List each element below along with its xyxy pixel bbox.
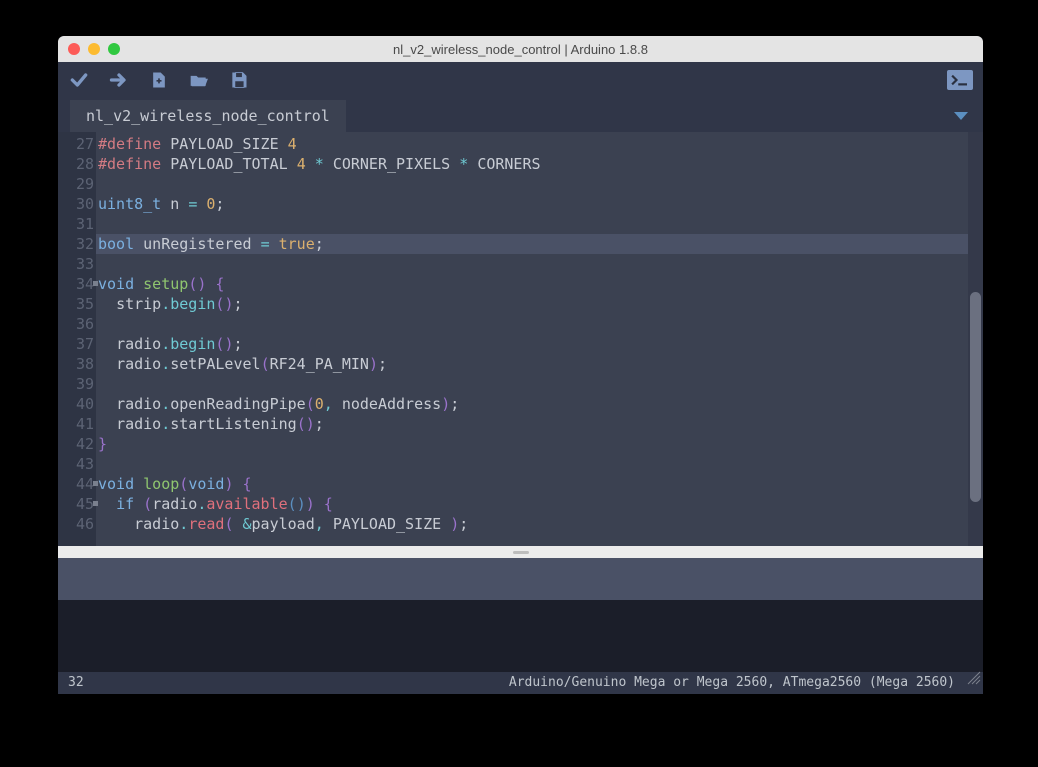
code-line[interactable]: radio.startListening(); <box>96 414 983 434</box>
line-number: 38 <box>58 354 94 374</box>
line-number: 27 <box>58 134 94 154</box>
window-title: nl_v2_wireless_node_control | Arduino 1.… <box>58 42 983 57</box>
splitter-handle[interactable] <box>58 546 983 558</box>
line-number: 30 <box>58 194 94 214</box>
new-file-button[interactable] <box>148 69 170 91</box>
line-number: 36 <box>58 314 94 334</box>
line-number: 42 <box>58 434 94 454</box>
line-number: 28 <box>58 154 94 174</box>
code-line[interactable]: strip.begin(); <box>96 294 983 314</box>
line-number: 29 <box>58 174 94 194</box>
line-number: 33 <box>58 254 94 274</box>
tab-sketch[interactable]: nl_v2_wireless_node_control <box>70 100 346 132</box>
titlebar: nl_v2_wireless_node_control | Arduino 1.… <box>58 36 983 62</box>
code-line[interactable]: uint8_t n = 0; <box>96 194 983 214</box>
serial-monitor-button[interactable] <box>947 70 973 90</box>
code-line[interactable]: radio.openReadingPipe(0, nodeAddress); <box>96 394 983 414</box>
resize-grip-icon[interactable] <box>967 671 981 693</box>
code-line[interactable]: if (radio.available()) { <box>96 494 983 514</box>
code-line[interactable] <box>96 374 983 394</box>
tab-bar: nl_v2_wireless_node_control <box>58 98 983 132</box>
code-line[interactable] <box>96 314 983 334</box>
scrollbar-thumb[interactable] <box>970 292 981 502</box>
code-line[interactable]: #define PAYLOAD_SIZE 4 <box>96 134 983 154</box>
status-line-number: 32 <box>68 672 84 694</box>
line-number: 32 <box>58 234 94 254</box>
line-number-gutter: 2728293031323334353637383940414243444546 <box>58 132 96 546</box>
code-line[interactable]: void setup() { <box>96 274 983 294</box>
code-line[interactable] <box>96 254 983 274</box>
code-line[interactable]: #define PAYLOAD_TOTAL 4 * CORNER_PIXELS … <box>96 154 983 174</box>
line-number: 34 <box>58 274 94 294</box>
code-line[interactable] <box>96 214 983 234</box>
status-bar: 32 Arduino/Genuino Mega or Mega 2560, AT… <box>58 672 983 694</box>
code-line[interactable]: void loop(void) { <box>96 474 983 494</box>
verify-button[interactable] <box>68 69 90 91</box>
line-number: 39 <box>58 374 94 394</box>
open-file-button[interactable] <box>188 69 210 91</box>
message-area <box>58 558 983 600</box>
code-line[interactable]: radio.setPALevel(RF24_PA_MIN); <box>96 354 983 374</box>
console-output[interactable] <box>58 600 983 672</box>
line-number: 45 <box>58 494 94 514</box>
code-line[interactable] <box>96 454 983 474</box>
code-area[interactable]: #define PAYLOAD_SIZE 4#define PAYLOAD_TO… <box>96 132 983 546</box>
line-number: 46 <box>58 514 94 534</box>
upload-button[interactable] <box>108 69 130 91</box>
code-editor[interactable]: 2728293031323334353637383940414243444546… <box>58 132 983 546</box>
code-line[interactable] <box>96 174 983 194</box>
code-line[interactable]: bool unRegistered = true; <box>96 234 983 254</box>
tab-label: nl_v2_wireless_node_control <box>86 107 330 125</box>
tab-menu-dropdown[interactable] <box>953 106 969 125</box>
arduino-ide-window: nl_v2_wireless_node_control | Arduino 1.… <box>58 36 983 694</box>
code-line[interactable]: radio.read( &payload, PAYLOAD_SIZE ); <box>96 514 983 534</box>
line-number: 43 <box>58 454 94 474</box>
line-number: 40 <box>58 394 94 414</box>
save-button[interactable] <box>228 69 250 91</box>
code-line[interactable]: } <box>96 434 983 454</box>
line-number: 37 <box>58 334 94 354</box>
code-line[interactable]: radio.begin(); <box>96 334 983 354</box>
line-number: 41 <box>58 414 94 434</box>
line-number: 44 <box>58 474 94 494</box>
status-board-info: Arduino/Genuino Mega or Mega 2560, ATmeg… <box>509 672 955 694</box>
scrollbar-track[interactable] <box>968 132 983 546</box>
toolbar <box>58 62 983 98</box>
line-number: 31 <box>58 214 94 234</box>
line-number: 35 <box>58 294 94 314</box>
